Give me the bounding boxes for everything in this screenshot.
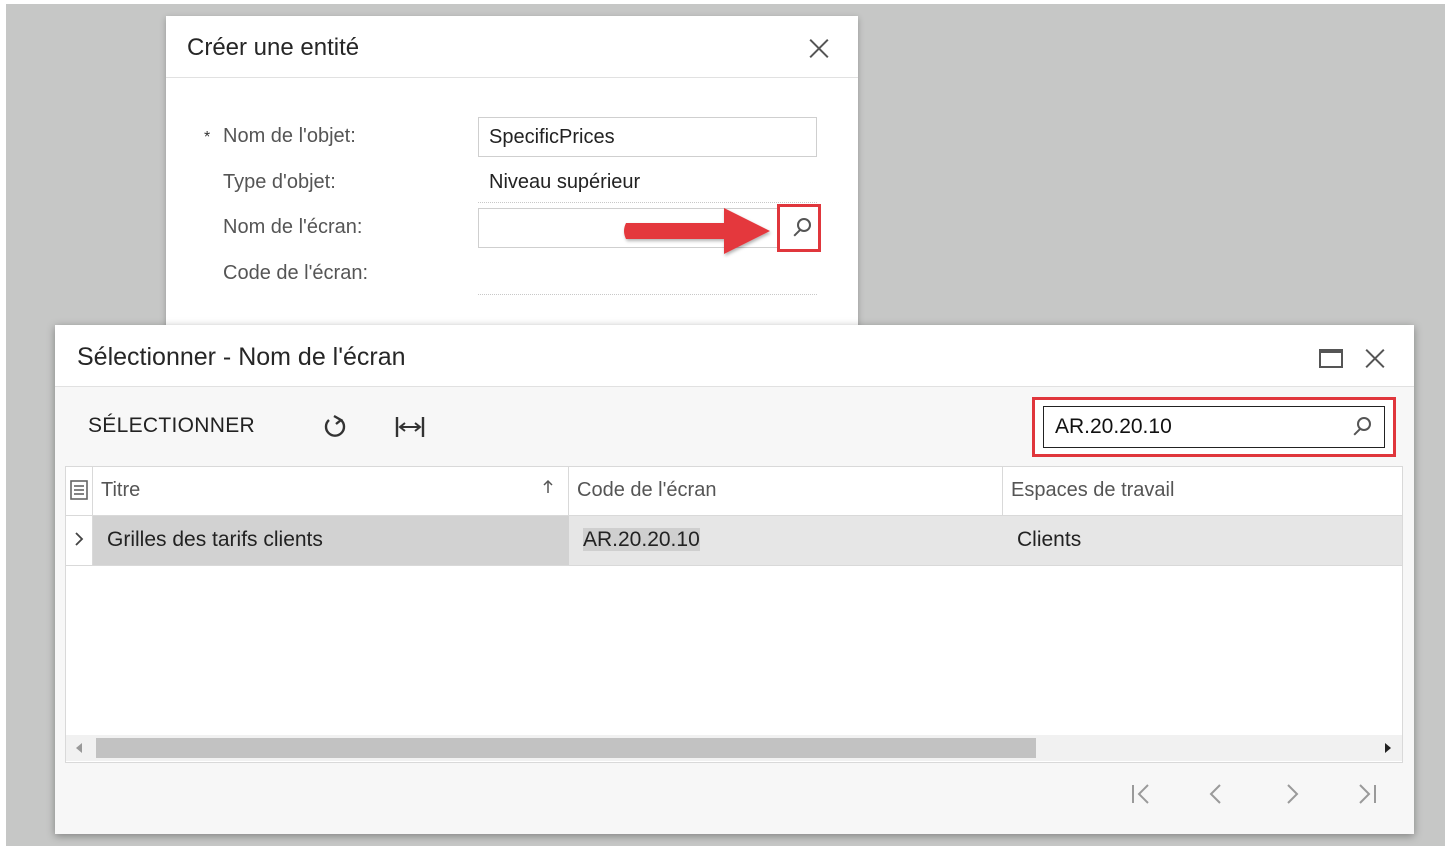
object-name-input[interactable]	[478, 117, 817, 157]
divider	[478, 202, 817, 203]
required-marker: *	[204, 129, 211, 146]
search-box	[1032, 397, 1396, 457]
select-button[interactable]: SÉLECTIONNER	[88, 414, 255, 438]
create-entity-dialog: Créer une entité * Nom de l'objet: Type …	[166, 16, 858, 346]
divider	[478, 294, 817, 295]
close-icon[interactable]	[1364, 347, 1386, 369]
previous-page-icon[interactable]	[1206, 782, 1226, 806]
search-icon	[797, 218, 811, 232]
scroll-right-icon[interactable]	[1384, 743, 1392, 753]
column-header-screen-code[interactable]: Code de l'écran	[569, 467, 1003, 516]
results-grid: Titre Code de l'écran Espaces de travail…	[65, 466, 1403, 763]
table-row[interactable]: Grilles des tarifs clients AR.20.20.10 C…	[66, 516, 1402, 566]
column-header-workspaces[interactable]: Espaces de travail	[1003, 467, 1402, 516]
column-header-title[interactable]: Titre	[93, 467, 569, 516]
maximize-icon[interactable]	[1319, 349, 1343, 368]
grid-header: Titre Code de l'écran Espaces de travail	[66, 467, 1402, 516]
object-type-value: Niveau supérieur	[489, 171, 641, 193]
first-page-icon[interactable]	[1130, 782, 1154, 806]
search-icon[interactable]	[1357, 417, 1371, 431]
create-entity-header: Créer une entité	[166, 16, 858, 78]
close-icon[interactable]	[808, 37, 830, 59]
row-selector-header[interactable]	[66, 467, 93, 516]
cell-workspace: Clients	[1017, 528, 1082, 551]
next-page-icon[interactable]	[1282, 782, 1302, 806]
sort-ascending-icon	[543, 479, 553, 493]
object-name-label: Nom de l'objet:	[223, 125, 356, 147]
annotation-arrow-icon	[624, 208, 770, 254]
select-screen-dialog: Sélectionner - Nom de l'écran SÉLECTIONN…	[55, 325, 1414, 834]
search-input[interactable]	[1043, 406, 1385, 448]
screen-name-label: Nom de l'écran:	[223, 216, 363, 238]
cell-title: Grilles des tarifs clients	[93, 516, 569, 565]
select-screen-title: Sélectionner - Nom de l'écran	[77, 343, 406, 371]
scroll-left-icon[interactable]	[75, 743, 83, 753]
row-expander[interactable]	[66, 516, 93, 565]
scrollbar-thumb[interactable]	[96, 738, 1036, 758]
cell-screen-code: AR.20.20.10	[583, 528, 700, 551]
create-entity-title: Créer une entité	[187, 34, 360, 61]
select-screen-header: Sélectionner - Nom de l'écran	[55, 325, 1414, 387]
column-config-icon	[70, 480, 88, 500]
fit-columns-icon[interactable]	[395, 415, 425, 439]
refresh-icon[interactable]	[322, 414, 348, 440]
screen-name-lookup-button[interactable]	[777, 204, 821, 252]
object-type-label: Type d'objet:	[223, 171, 336, 193]
chevron-right-icon	[75, 532, 84, 546]
horizontal-scrollbar[interactable]	[66, 735, 1402, 761]
last-page-icon[interactable]	[1354, 782, 1378, 806]
screen-code-label: Code de l'écran:	[223, 262, 369, 284]
